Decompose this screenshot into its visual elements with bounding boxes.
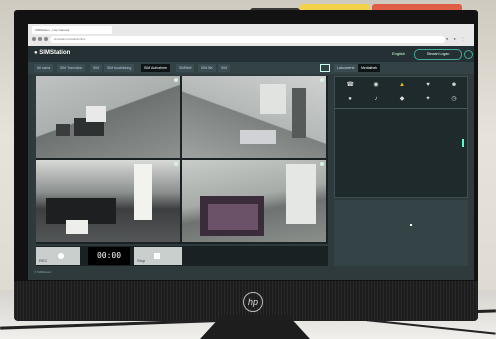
language-select[interactable]: English bbox=[392, 51, 405, 56]
app-brand: ● SIMStation bbox=[34, 50, 70, 56]
screen: SIMStation · Live Camera simstation.loca… bbox=[28, 24, 474, 280]
stop-icon bbox=[154, 253, 160, 259]
bed-object bbox=[240, 130, 276, 144]
camera-feed-3[interactable] bbox=[36, 160, 180, 242]
stop-label: Stop bbox=[137, 258, 146, 263]
camera-feed-4[interactable] bbox=[182, 160, 326, 242]
tab-sim-transition[interactable]: SIM Transition bbox=[57, 64, 86, 72]
camera-status-icon bbox=[174, 162, 178, 166]
camera-feed-1[interactable] bbox=[36, 76, 180, 158]
browser-menu-icon[interactable]: ● ● ⋮ bbox=[446, 36, 468, 42]
table-object bbox=[66, 220, 88, 234]
record-icon bbox=[58, 253, 64, 259]
camera-status-icon bbox=[320, 78, 324, 82]
camera-group-tabs: All cams SIM Transition SIM SIM Ausbildu… bbox=[28, 62, 474, 74]
person-icon[interactable]: ☻ bbox=[451, 82, 458, 89]
wall-object bbox=[292, 88, 306, 138]
tab-simbett[interactable]: SIMBett bbox=[176, 64, 195, 72]
power-icon[interactable] bbox=[464, 50, 473, 59]
hp-logo: hp bbox=[243, 292, 263, 312]
camera-status-icon bbox=[320, 162, 324, 166]
edit-layout-button[interactable] bbox=[320, 64, 330, 72]
browser-tab[interactable]: SIMStation · Live Camera bbox=[32, 26, 112, 34]
media-icon-row: ● ♪ ◆ ✦ ◷ bbox=[337, 94, 467, 104]
tab-mediathek[interactable]: Mediathek bbox=[358, 64, 381, 72]
paper-object bbox=[86, 106, 106, 122]
phone-icon[interactable]: ☎ bbox=[347, 82, 354, 89]
footer-text: © SIMStation bbox=[34, 270, 52, 274]
back-icon[interactable] bbox=[32, 37, 36, 41]
heart-icon[interactable]: ♥ bbox=[425, 82, 432, 89]
chair-object bbox=[56, 124, 70, 136]
scrollbar[interactable] bbox=[462, 139, 464, 147]
forward-icon[interactable] bbox=[38, 37, 42, 41]
window-object bbox=[134, 164, 152, 220]
door-object bbox=[260, 84, 286, 114]
stop-button[interactable]: Stop bbox=[134, 247, 182, 265]
app-header: ● SIMStation English Stewart Logan bbox=[28, 46, 474, 62]
recording-controls: REC 00:00 Stop bbox=[36, 246, 328, 266]
tab-sim[interactable]: SIM bbox=[90, 64, 103, 72]
camera-feed-2[interactable] bbox=[182, 76, 326, 158]
media-icon-row: ☎ ◉ ▲ ♥ ☻ bbox=[337, 80, 467, 90]
tab-sim-aufnahme[interactable]: SIM Aufnahme bbox=[141, 64, 170, 72]
reload-icon[interactable] bbox=[44, 37, 48, 41]
star-icon[interactable]: ✦ bbox=[425, 96, 432, 103]
address-bar[interactable]: simstation.local/sim/live bbox=[50, 36, 445, 43]
tab-all-cams[interactable]: All cams bbox=[34, 64, 54, 72]
bell-icon[interactable]: ♪ bbox=[373, 96, 380, 103]
blanket-object bbox=[208, 204, 258, 230]
browser-chrome: SIMStation · Live Camera simstation.loca… bbox=[28, 24, 474, 46]
tab-laborwerte[interactable]: Laborwerte bbox=[334, 64, 358, 72]
media-preview-area bbox=[334, 200, 468, 266]
warning-icon[interactable]: ▲ bbox=[399, 82, 406, 89]
clock-icon[interactable]: ◷ bbox=[451, 96, 458, 103]
record-label: REC bbox=[39, 258, 48, 263]
paw-icon[interactable]: ● bbox=[347, 96, 354, 103]
window-object bbox=[286, 164, 316, 224]
camera-status-icon bbox=[174, 78, 178, 82]
mouse-cursor-icon bbox=[410, 224, 412, 226]
user-menu[interactable]: Stewart Logan bbox=[414, 49, 462, 60]
recording-timer: 00:00 bbox=[88, 247, 130, 265]
eye-icon[interactable]: ◉ bbox=[373, 82, 380, 89]
tab-sim-bk[interactable]: SIM BK bbox=[198, 64, 216, 72]
tab-sim-2[interactable]: SIM bbox=[218, 64, 231, 72]
tab-sim-ausbildung[interactable]: SIM Ausbildung bbox=[104, 64, 135, 72]
panel-divider bbox=[335, 108, 467, 109]
pill-icon[interactable]: ◆ bbox=[399, 96, 406, 103]
record-button[interactable]: REC bbox=[36, 247, 80, 265]
brand-label: SIMStation bbox=[39, 50, 71, 56]
media-panel: ☎ ◉ ▲ ♥ ☻ ● ♪ ◆ ✦ ◷ bbox=[334, 76, 468, 198]
camera-grid bbox=[36, 76, 328, 244]
